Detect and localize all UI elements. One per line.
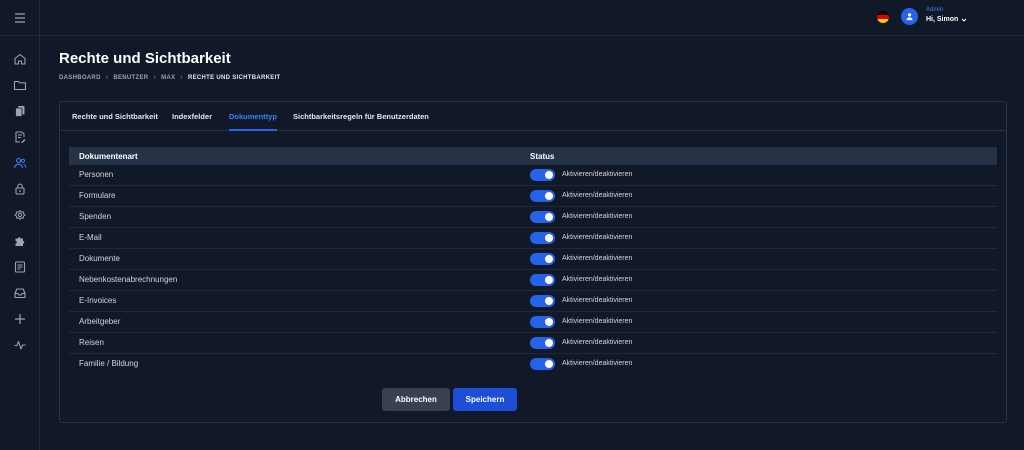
table-row: Arbeitgeber Aktivieren/deaktivieren xyxy=(69,312,997,333)
menu-toggle-button[interactable] xyxy=(0,0,39,36)
toggle-label: Aktivieren/deaktivieren xyxy=(562,360,633,367)
toggle-label: Aktivieren/deaktivieren xyxy=(562,297,633,304)
cancel-button[interactable]: Abbrechen xyxy=(382,388,450,411)
settings-icon xyxy=(14,210,26,220)
tab-sichtbarkeitsregeln[interactable]: Sichtbarkeitsregeln für Benutzerdaten xyxy=(293,112,429,131)
tab-dokumenttyp[interactable]: Dokumenttyp xyxy=(229,112,277,131)
sidebar xyxy=(0,0,40,450)
toggle-label: Aktivieren/deaktivieren xyxy=(562,339,633,346)
chevron-right-icon: › xyxy=(180,74,183,81)
tab-indexfelder[interactable]: Indexfelder xyxy=(172,112,212,131)
breadcrumb-user[interactable]: MAX xyxy=(161,75,175,81)
breadcrumb: DASHBOARD › BENUTZER › MAX › RECHTE UND … xyxy=(59,74,281,81)
nav-reports[interactable] xyxy=(0,254,40,280)
german-flag-icon[interactable] xyxy=(877,11,889,23)
column-header-status: Status xyxy=(530,152,555,161)
nav-activity[interactable] xyxy=(0,332,40,358)
table-row: Nebenkostenabrechnungen Aktivieren/deakt… xyxy=(69,270,997,291)
chevron-down-icon xyxy=(961,18,967,22)
nav-dashboard[interactable] xyxy=(0,46,40,72)
documents-icon xyxy=(15,106,25,117)
toggle-label: Aktivieren/deaktivieren xyxy=(562,276,633,283)
status-toggle[interactable] xyxy=(530,211,555,223)
hamburger-menu-icon xyxy=(14,12,25,23)
status-toggle[interactable] xyxy=(530,316,555,328)
nav-documents[interactable] xyxy=(0,98,40,124)
document-type-name: Familie / Bildung xyxy=(79,359,139,368)
folder-icon xyxy=(13,80,27,91)
chevron-right-icon: › xyxy=(153,74,157,81)
document-type-name: Reisen xyxy=(79,338,104,347)
user-menu-button[interactable]: Hi, Simon xyxy=(926,16,967,23)
breadcrumb-dashboard[interactable]: DASHBOARD xyxy=(59,75,101,81)
nav-document-edit[interactable] xyxy=(0,124,40,150)
nav-permissions[interactable] xyxy=(0,176,40,202)
breadcrumb-users[interactable]: BENUTZER xyxy=(113,75,148,81)
status-toggle[interactable] xyxy=(530,295,555,307)
settings-card: Rechte und Sichtbarkeit Indexfelder Doku… xyxy=(59,101,1007,423)
table-row: Reisen Aktivieren/deaktivieren xyxy=(69,333,997,354)
plus-icon xyxy=(15,314,25,324)
nav-inbox[interactable] xyxy=(0,280,40,306)
table-row: E-Invoices Aktivieren/deaktivieren xyxy=(69,291,997,312)
table-header: Dokumentenart Status xyxy=(69,147,997,165)
chevron-right-icon: › xyxy=(105,74,109,81)
document-type-name: Dokumente xyxy=(79,254,120,263)
column-header-dokumentenart: Dokumentenart xyxy=(79,152,138,161)
tab-bar: Rechte und Sichtbarkeit Indexfelder Doku… xyxy=(60,102,1006,131)
toggle-label: Aktivieren/deaktivieren xyxy=(562,171,633,178)
toggle-label: Aktivieren/deaktivieren xyxy=(562,318,633,325)
status-toggle[interactable] xyxy=(530,232,555,244)
table-row: E-Mail Aktivieren/deaktivieren xyxy=(69,228,997,249)
document-type-name: Spenden xyxy=(79,212,112,221)
nav-add[interactable] xyxy=(0,306,40,332)
toggle-label: Aktivieren/deaktivieren xyxy=(562,255,633,262)
list-icon xyxy=(14,261,26,273)
table-row: Familie / Bildung Aktivieren/deaktiviere… xyxy=(69,354,997,375)
activity-icon xyxy=(14,340,26,350)
table-row: Spenden Aktivieren/deaktivieren xyxy=(69,207,997,228)
avatar[interactable] xyxy=(901,8,918,25)
status-toggle[interactable] xyxy=(530,190,555,202)
document-type-name: Nebenkostenabrechnungen xyxy=(79,275,178,284)
document-type-name: Formulare xyxy=(79,191,116,200)
status-toggle[interactable] xyxy=(530,169,555,181)
nav-settings[interactable] xyxy=(0,202,40,228)
save-button[interactable]: Speichern xyxy=(453,388,517,411)
user-greeting: Hi, Simon xyxy=(926,16,959,23)
puzzle-icon xyxy=(15,237,25,246)
nav-extensions[interactable] xyxy=(0,228,40,254)
status-toggle[interactable] xyxy=(530,358,555,370)
table-row: Dokumente Aktivieren/deaktivieren xyxy=(69,249,997,270)
table-row: Personen Aktivieren/deaktivieren xyxy=(69,165,997,186)
status-toggle[interactable] xyxy=(530,274,555,286)
document-type-name: E-Mail xyxy=(79,233,102,242)
lock-icon xyxy=(15,183,25,195)
status-toggle[interactable] xyxy=(530,253,555,265)
tab-rechte-und-sichtbarkeit[interactable]: Rechte und Sichtbarkeit xyxy=(72,112,158,131)
table-row: Formulare Aktivieren/deaktivieren xyxy=(69,186,997,207)
user-icon xyxy=(906,13,913,21)
user-role: Admin xyxy=(926,7,944,13)
toggle-label: Aktivieren/deaktivieren xyxy=(562,234,633,241)
users-icon xyxy=(13,157,27,169)
document-type-name: Arbeitgeber xyxy=(79,317,121,326)
toggle-label: Aktivieren/deaktivieren xyxy=(562,192,633,199)
home-icon xyxy=(14,53,26,65)
status-toggle[interactable] xyxy=(530,337,555,349)
inbox-icon xyxy=(14,288,26,299)
toggle-label: Aktivieren/deaktivieren xyxy=(562,213,633,220)
nav-folders[interactable] xyxy=(0,72,40,98)
breadcrumb-current: RECHTE UND SICHTBARKEIT xyxy=(187,74,281,81)
document-type-name: E-Invoices xyxy=(79,296,117,305)
document-edit-icon xyxy=(15,131,26,143)
nav-users[interactable] xyxy=(0,150,40,176)
document-type-name: Personen xyxy=(79,170,114,179)
page-title: Rechte und Sichtbarkeit xyxy=(59,50,231,67)
